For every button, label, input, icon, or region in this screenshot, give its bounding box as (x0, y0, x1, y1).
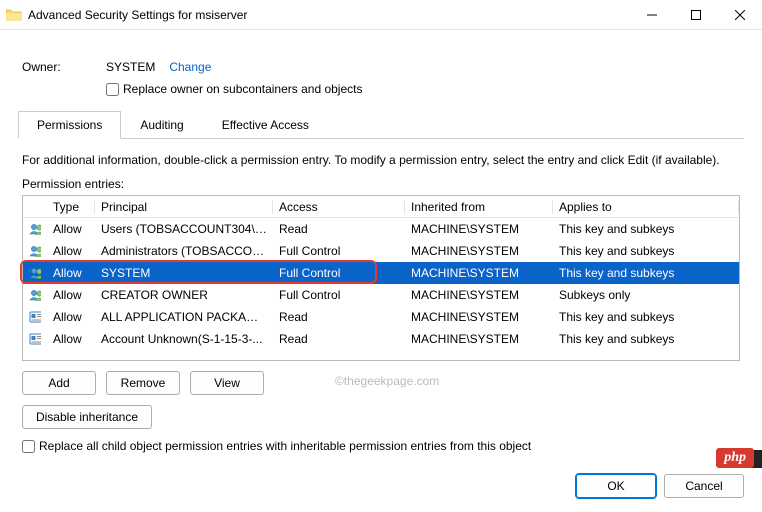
col-applies[interactable]: Applies to (553, 200, 739, 214)
cell-type: Allow (47, 222, 95, 236)
cancel-button[interactable]: Cancel (664, 474, 744, 498)
cell-inherited: MACHINE\SYSTEM (405, 244, 553, 258)
close-button[interactable] (718, 1, 762, 29)
replace-owner-label: Replace owner on subcontainers and objec… (123, 82, 362, 96)
replace-all-label: Replace all child object permission entr… (39, 439, 531, 453)
cell-principal: CREATOR OWNER (95, 288, 273, 302)
table-row[interactable]: AllowALL APPLICATION PACKAGESReadMACHINE… (23, 306, 739, 328)
cell-type: Allow (47, 310, 95, 324)
tab-auditing[interactable]: Auditing (121, 111, 202, 139)
table-row[interactable]: AllowCREATOR OWNERFull ControlMACHINE\SY… (23, 284, 739, 306)
owner-value: SYSTEM (106, 60, 155, 74)
cell-applies: This key and subkeys (553, 222, 739, 236)
change-owner-link[interactable]: Change (169, 60, 211, 74)
cell-access: Read (273, 332, 405, 346)
ok-button[interactable]: OK (576, 474, 656, 498)
cell-applies: This key and subkeys (553, 332, 739, 346)
cell-type: Allow (47, 332, 95, 346)
remove-button[interactable]: Remove (106, 371, 180, 395)
disable-inheritance-button[interactable]: Disable inheritance (22, 405, 152, 429)
intro-text: For additional information, double-click… (22, 153, 740, 167)
cell-inherited: MACHINE\SYSTEM (405, 222, 553, 236)
col-inherited[interactable]: Inherited from (405, 200, 553, 214)
cell-inherited: MACHINE\SYSTEM (405, 288, 553, 302)
users-icon (23, 244, 47, 258)
cell-applies: Subkeys only (553, 288, 739, 302)
cell-access: Full Control (273, 266, 405, 280)
cell-type: Allow (47, 266, 95, 280)
tabs: Permissions Auditing Effective Access (18, 110, 744, 139)
table-row[interactable]: AllowUsers (TOBSACCOUNT304\Us...ReadMACH… (23, 218, 739, 240)
table-row[interactable]: AllowAccount Unknown(S-1-15-3-...ReadMAC… (23, 328, 739, 350)
minimize-button[interactable] (630, 1, 674, 29)
replace-all-checkbox[interactable] (22, 440, 35, 453)
cell-access: Read (273, 310, 405, 324)
cell-principal: Administrators (TOBSACCOU... (95, 244, 273, 258)
users-icon (23, 288, 47, 302)
cell-applies: This key and subkeys (553, 266, 739, 280)
cell-principal: SYSTEM (95, 266, 273, 280)
cell-principal: ALL APPLICATION PACKAGES (95, 310, 273, 324)
window-title: Advanced Security Settings for msiserver (28, 8, 630, 22)
cell-access: Full Control (273, 244, 405, 258)
tab-effective-access[interactable]: Effective Access (203, 111, 328, 139)
users-icon (23, 266, 47, 280)
cell-type: Allow (47, 244, 95, 258)
php-badge: php (716, 448, 754, 468)
users-icon (23, 222, 47, 236)
grid-header: Type Principal Access Inherited from App… (23, 196, 739, 218)
cell-access: Read (273, 222, 405, 236)
cell-principal: Users (TOBSACCOUNT304\Us... (95, 222, 273, 236)
tab-permissions[interactable]: Permissions (18, 111, 121, 139)
cell-applies: This key and subkeys (553, 244, 739, 258)
replace-owner-checkbox[interactable] (106, 83, 119, 96)
entries-label: Permission entries: (22, 177, 740, 191)
permission-grid: Type Principal Access Inherited from App… (22, 195, 740, 361)
table-row[interactable]: AllowSYSTEMFull ControlMACHINE\SYSTEMThi… (23, 262, 739, 284)
cell-inherited: MACHINE\SYSTEM (405, 332, 553, 346)
col-type[interactable]: Type (47, 200, 95, 214)
view-button[interactable]: View (190, 371, 264, 395)
folder-icon (6, 8, 22, 21)
card-icon (23, 332, 47, 346)
owner-label: Owner: (22, 60, 106, 74)
cell-access: Full Control (273, 288, 405, 302)
maximize-button[interactable] (674, 1, 718, 29)
card-icon (23, 310, 47, 324)
add-button[interactable]: Add (22, 371, 96, 395)
col-access[interactable]: Access (273, 200, 405, 214)
cell-inherited: MACHINE\SYSTEM (405, 310, 553, 324)
cell-principal: Account Unknown(S-1-15-3-... (95, 332, 273, 346)
col-principal[interactable]: Principal (95, 200, 273, 214)
cell-inherited: MACHINE\SYSTEM (405, 266, 553, 280)
cell-type: Allow (47, 288, 95, 302)
table-row[interactable]: AllowAdministrators (TOBSACCOU...Full Co… (23, 240, 739, 262)
cell-applies: This key and subkeys (553, 310, 739, 324)
